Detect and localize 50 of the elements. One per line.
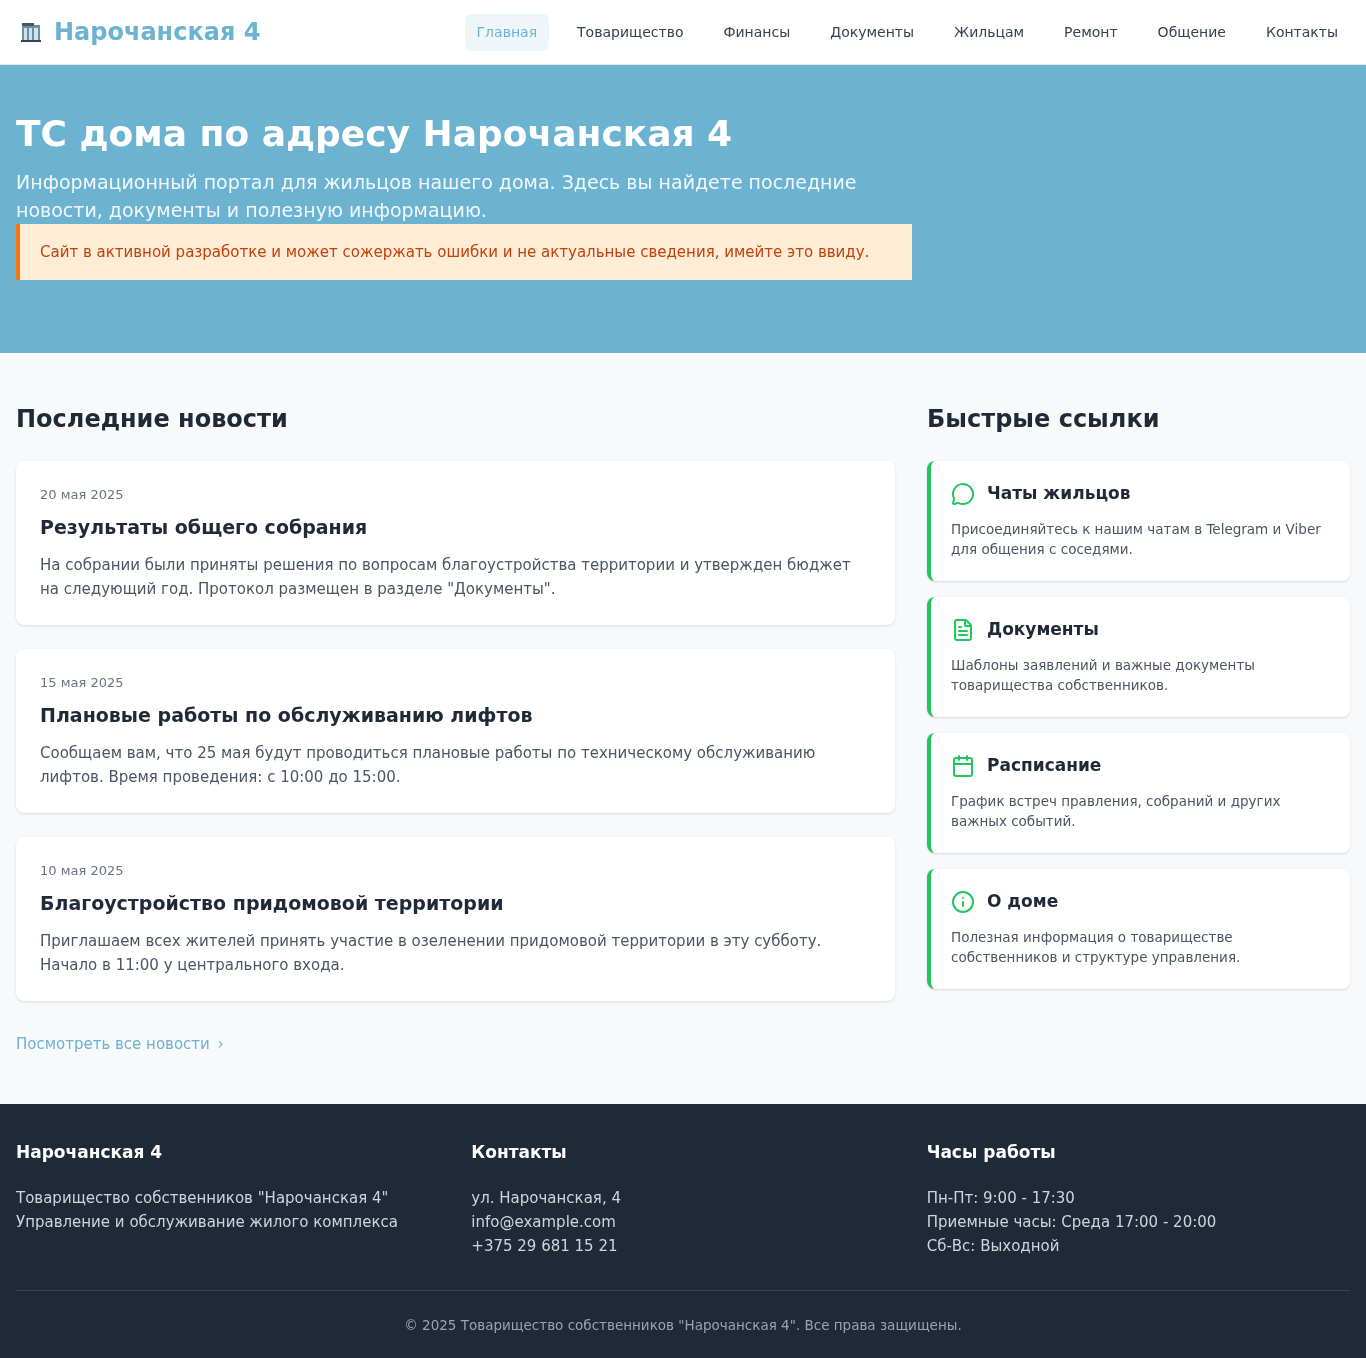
hero-title: ТС дома по адресу Нарочанская 4 — [16, 112, 734, 156]
nav-link[interactable]: Жильцам — [942, 13, 1037, 51]
quick-link-title: Расписание — [987, 754, 1102, 777]
nav-link[interactable]: Общение — [1145, 13, 1238, 51]
footer-text: info@example.com — [471, 1211, 617, 1233]
footer-heading: Контакты — [471, 1141, 568, 1164]
footer-text: +375 29 681 15 21 — [471, 1235, 619, 1257]
quick-link-text: Полезная информация о товариществе собственников и структуре управления. — [951, 927, 1242, 967]
news-date: 15 мая 2025 — [40, 674, 125, 692]
section-title: Последние новости — [16, 404, 289, 435]
calendar-icon — [951, 753, 975, 778]
quick-link-text: Шаблоны заявлений и важные документы товарищества собственников. — [951, 655, 1256, 695]
footer-heading: Нарочанская 4 — [16, 1141, 164, 1164]
nav-link[interactable]: Документы — [818, 13, 927, 51]
footer-heading: Часы работы — [926, 1141, 1057, 1164]
section-title: Быстрые ссылки — [927, 404, 1161, 435]
chat-bubble-icon — [951, 481, 975, 506]
quick-link-title: Чаты жильцов — [987, 482, 1131, 505]
nav-link[interactable]: Ремонт — [1052, 13, 1130, 51]
copyright-text: © 2025 Товарищество собственников "Нарочанская 4". Все права защищены. — [403, 1315, 963, 1335]
quick-link-title: Документы — [987, 618, 1099, 641]
news-title[interactable]: Плановые работы по обслуживанию лифтов — [40, 700, 871, 729]
news-text: Сообщаем вам, что 25 мая будут проводиться плановые работы по техническому обслуживанию лифтов. Время проведения: с 10:00 до 15:00. — [40, 743, 817, 788]
quick-link-card[interactable]: О доме Полезная информация о товариществе собственников и структуре управления. — [927, 869, 1350, 989]
quick-link-text: Присоединяйтесь к нашим чатам в Telegram и Viber для общения с соседями. — [951, 519, 1322, 559]
nav-link[interactable]: Товарищество — [565, 13, 696, 51]
news-text: На собрании были приняты решения по вопросам благоустройства территории и утвержден бюджет на следующий год. Протокол размещен в разделе "Документы". — [40, 555, 852, 600]
news-date: 20 мая 2025 — [40, 486, 125, 504]
warning-text: Сайт в активной разработке и может сожержать ошибки и не актуальные сведения, имейте это ввиду. — [40, 242, 871, 263]
quick-link-card[interactable]: Чаты жильцов Присоединяйтесь к нашим чатам в Telegram и Viber для общения с соседями. — [927, 461, 1350, 581]
quick-link-text: График встреч правления, собраний и других важных событий. — [951, 791, 1282, 831]
footer-text: Пн-Пт: 9:00 - 17:30 — [926, 1187, 1076, 1209]
news-title[interactable]: Результаты общего собрания — [40, 512, 871, 541]
footer-text: Товарищество собственников "Нарочанская 4" — [16, 1187, 390, 1209]
quick-link-card[interactable]: Документы Шаблоны заявлений и важные документы товарищества собственников. — [927, 597, 1350, 717]
news-text: Приглашаем всех жителей принять участие в озеленении придомовой территории в эту субботу. Начало в 11:00 у центрального входа. — [40, 931, 823, 976]
footer-text: Сб-Вс: Выходной — [926, 1235, 1061, 1257]
footer-text: Приемные часы: Среда 17:00 - 20:00 — [926, 1211, 1218, 1233]
nav-link[interactable]: Финансы — [711, 13, 803, 51]
quick-link-card[interactable]: Расписание График встреч правления, собраний и других важных событий. — [927, 733, 1350, 853]
news-title[interactable]: Благоустройство придомовой территории — [40, 888, 871, 917]
news-date: 10 мая 2025 — [40, 862, 125, 880]
footer-text: ул. Нарочанская, 4 — [471, 1187, 622, 1209]
document-icon — [951, 617, 975, 642]
building-icon — [20, 21, 42, 43]
nav-link[interactable]: Контакты — [1253, 13, 1350, 51]
quick-link-title: О доме — [987, 890, 1059, 913]
hero-subtitle: Информационный портал для жильцов нашего дома. Здесь вы найдете последние новости, документы и полезную информацию. — [16, 170, 858, 223]
footer-text: Управление и обслуживание жилого комплекса — [16, 1211, 399, 1233]
info-icon — [951, 889, 975, 914]
